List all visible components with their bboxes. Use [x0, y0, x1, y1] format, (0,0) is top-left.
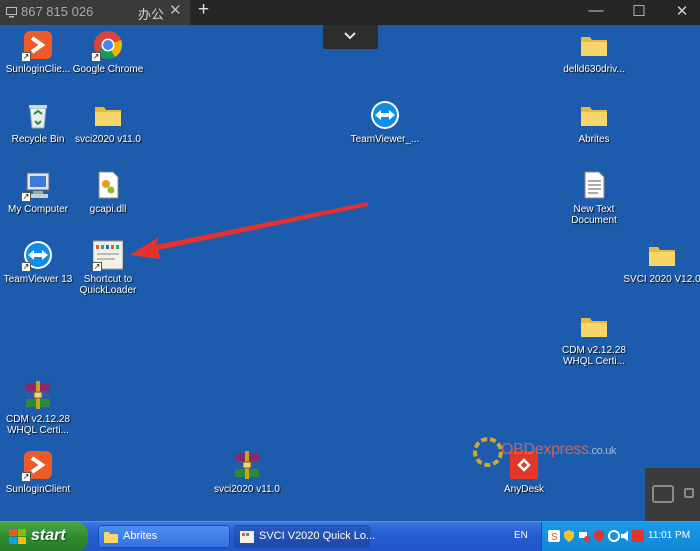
folder-icon — [104, 532, 118, 543]
close-window-icon[interactable]: ✕ — [672, 2, 692, 20]
start-label: start — [31, 527, 66, 544]
security-center-icon[interactable] — [593, 530, 605, 542]
network-warning-icon[interactable] — [578, 530, 590, 542]
shield-icon[interactable] — [563, 530, 575, 542]
language-indicator[interactable]: EN — [514, 530, 528, 541]
windows-logo-icon — [9, 529, 26, 544]
annotation-arrow — [130, 202, 368, 259]
volume-icon[interactable] — [620, 530, 632, 542]
window-icon — [652, 485, 674, 503]
remote-tab-bar: 867 815 026 办公 ✕ + — ☐ ✕ — [0, 0, 700, 25]
maximize-icon[interactable]: ☐ — [629, 2, 649, 20]
sync-icon[interactable] — [608, 530, 620, 542]
session-id: 867 815 026 — [21, 4, 94, 19]
side-panel-toggle[interactable] — [645, 468, 700, 521]
restore-icon — [684, 488, 694, 498]
clock: 11:01 PM — [648, 530, 691, 541]
start-button[interactable]: start — [0, 522, 88, 551]
sogou-input-icon[interactable]: S — [548, 530, 560, 542]
close-tab-icon[interactable]: ✕ — [169, 1, 182, 19]
remote-app-icon[interactable] — [632, 530, 644, 542]
add-tab-icon[interactable]: + — [198, 0, 209, 21]
remote-desktop[interactable]: ↗ SunloginClie... ↗ Google Chrome delld6… — [0, 25, 700, 521]
minimize-icon[interactable]: — — [586, 2, 606, 19]
monitor-icon — [6, 7, 17, 18]
app-window-icon — [240, 531, 254, 543]
taskbar: start Abrites SVCI V2020 Quick Lo... EN … — [0, 521, 700, 551]
tab-extra-label: 办公 — [138, 7, 165, 22]
taskbar-item-label: Abrites — [123, 530, 158, 542]
taskbar-item-svci-quickloader[interactable]: SVCI V2020 Quick Lo... — [234, 525, 375, 548]
taskbar-item-label: SVCI V2020 Quick Lo... — [259, 530, 376, 542]
system-tray: S 11:01 PM — [541, 522, 700, 551]
remote-session-tab[interactable]: 867 815 026 办公 ✕ — [0, 0, 190, 25]
svg-text:S: S — [551, 532, 558, 542]
taskbar-item-abrites[interactable]: Abrites — [98, 525, 230, 548]
